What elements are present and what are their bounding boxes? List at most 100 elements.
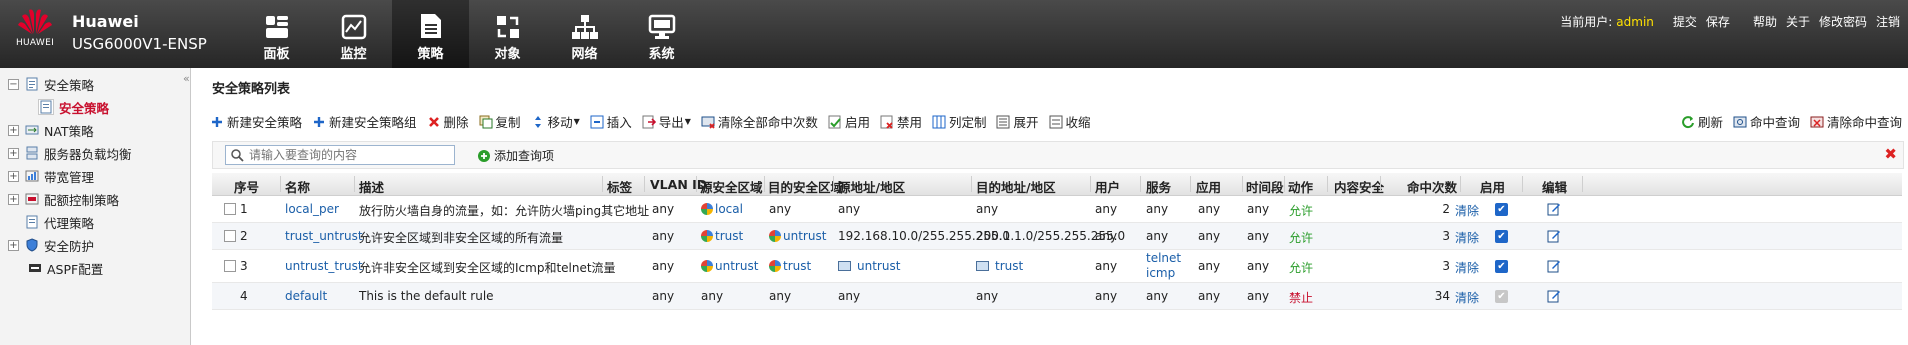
expand-toggle-icon[interactable]: +: [8, 239, 19, 251]
col-user[interactable]: 用户: [1095, 177, 1120, 196]
edit-icon[interactable]: [1547, 229, 1561, 243]
clear-hits-link[interactable]: 清除: [1455, 229, 1479, 246]
sidebar-item-security-policy-group[interactable]: − 安全策略: [0, 74, 94, 94]
search-input[interactable]: [247, 147, 451, 163]
save-link[interactable]: 保存: [1706, 13, 1730, 30]
src-zone-link[interactable]: untrust: [715, 259, 758, 273]
nav-network[interactable]: 网络: [546, 0, 623, 68]
table-row[interactable]: 1 local_per 放行防火墙自身的流量，如：允许防火墙ping其它地址 a…: [212, 196, 1902, 223]
col-desc[interactable]: 描述: [359, 177, 384, 196]
col-name[interactable]: 名称: [285, 177, 310, 196]
nav-system[interactable]: 系统: [623, 0, 700, 68]
nav-policy[interactable]: 策略: [392, 0, 469, 68]
sidebar-item-security-protection[interactable]: + 安全防护: [0, 235, 94, 255]
sidebar-item-proxy-policy[interactable]: 代理策略: [25, 212, 94, 232]
collapse-toggle-icon[interactable]: −: [8, 78, 19, 90]
clear-hits-link[interactable]: 清除: [1455, 259, 1479, 276]
expand-toggle-icon[interactable]: +: [8, 147, 19, 159]
col-edit[interactable]: 编辑: [1542, 177, 1567, 196]
sidebar-item-quota-policy[interactable]: + 配额控制策略: [0, 189, 119, 209]
enable-button[interactable]: 启用: [828, 112, 870, 131]
expand-button[interactable]: 展开: [996, 112, 1039, 131]
copy-button[interactable]: 复制: [479, 112, 521, 131]
col-hits[interactable]: 命中次数: [1407, 177, 1457, 196]
clear-hits-link[interactable]: 清除: [1455, 202, 1479, 219]
cell-name[interactable]: local_per: [285, 202, 339, 216]
add-query-button[interactable]: 添加查询项: [477, 147, 554, 164]
expand-toggle-icon[interactable]: +: [8, 124, 19, 136]
row-checkbox[interactable]: [224, 230, 236, 242]
col-time[interactable]: 时间段: [1246, 177, 1284, 196]
edit-icon[interactable]: [1547, 259, 1561, 273]
enabled-checkbox[interactable]: ✔: [1495, 203, 1508, 216]
sidebar-collapse-icon[interactable]: «: [183, 72, 190, 85]
col-seq[interactable]: 序号: [234, 177, 259, 196]
submit-link[interactable]: 提交: [1673, 13, 1697, 30]
row-checkbox[interactable]: [224, 203, 236, 215]
export-button[interactable]: 导出 ▼: [642, 112, 691, 131]
col-src-zone[interactable]: 源安全区域: [700, 177, 763, 196]
src-zone-link[interactable]: trust: [715, 229, 743, 243]
dst-zone-link[interactable]: trust: [783, 259, 811, 273]
service-link[interactable]: telnet: [1146, 251, 1181, 265]
cell-name[interactable]: default: [285, 289, 327, 303]
col-dst-zone[interactable]: 目的安全区域: [768, 177, 843, 196]
col-dst-addr[interactable]: 目的地址/地区: [976, 177, 1056, 196]
cell-user: any: [1095, 289, 1118, 303]
close-search-icon[interactable]: ✖: [1884, 145, 1897, 163]
logout-link[interactable]: 注销: [1876, 13, 1900, 30]
col-enabled[interactable]: 启用: [1480, 177, 1505, 196]
about-link[interactable]: 关于: [1786, 13, 1810, 30]
col-service[interactable]: 服务: [1146, 177, 1171, 196]
col-src-addr[interactable]: 源地址/地区: [838, 177, 905, 196]
new-rule-group-button[interactable]: 新建安全策略组: [312, 112, 417, 131]
edit-icon[interactable]: [1547, 202, 1561, 216]
disable-button[interactable]: 禁用: [880, 112, 922, 131]
sidebar-item-security-policy[interactable]: 安全策略: [38, 97, 109, 117]
new-rule-button[interactable]: 新建安全策略: [210, 112, 302, 131]
expand-toggle-icon[interactable]: +: [8, 170, 19, 182]
delete-icon: [428, 116, 439, 127]
hit-query-button[interactable]: 命中查询: [1733, 112, 1800, 131]
help-link[interactable]: 帮助: [1753, 13, 1777, 30]
sidebar-item-bandwidth-management[interactable]: + 带宽管理: [0, 166, 94, 186]
cell-name[interactable]: trust_untrust: [285, 229, 363, 243]
nav-object[interactable]: 对象: [469, 0, 546, 68]
customize-columns-button[interactable]: 列定制: [932, 112, 986, 131]
col-app[interactable]: 应用: [1196, 177, 1221, 196]
clear-hits-link[interactable]: 清除: [1455, 289, 1479, 306]
nav-dashboard[interactable]: 面板: [238, 0, 315, 68]
sidebar-item-nat-policy[interactable]: + NAT策略: [0, 120, 94, 140]
col-tag[interactable]: 标签: [607, 177, 632, 196]
nav-monitor[interactable]: 监控: [315, 0, 392, 68]
table-row[interactable]: 4 default This is the default rule any a…: [212, 283, 1902, 310]
dst-zone-link[interactable]: untrust: [783, 229, 826, 243]
col-content-security[interactable]: 内容安全: [1334, 177, 1384, 196]
table-row[interactable]: 3 untrust_trust 允许非安全区域到安全区域的Icmp和telnet…: [212, 250, 1902, 283]
toolbar: 新建安全策略 新建安全策略组 删除 复制 移动 ▼ 插入 导出 ▼ 清除全部命中…: [210, 112, 1101, 131]
expand-toggle-icon[interactable]: +: [8, 193, 19, 205]
src-zone-link[interactable]: local: [715, 202, 743, 216]
clear-all-hits-button[interactable]: 清除全部命中次数: [701, 112, 818, 131]
sidebar-item-server-load-balancing[interactable]: + 服务器负载均衡: [0, 143, 132, 163]
enabled-checkbox[interactable]: ✔: [1495, 230, 1508, 243]
service-link[interactable]: icmp: [1146, 266, 1175, 280]
change-password-link[interactable]: 修改密码: [1819, 13, 1867, 30]
row-checkbox[interactable]: [224, 260, 236, 272]
table-row[interactable]: 2 trust_untrust 允许安全区域到非安全区域的所有流量 any tr…: [212, 223, 1902, 250]
cell-hits: 34: [1434, 289, 1450, 303]
insert-button[interactable]: 插入: [590, 112, 632, 131]
edit-icon[interactable]: [1547, 289, 1561, 303]
cell-name[interactable]: untrust_trust: [285, 259, 363, 273]
delete-button[interactable]: 删除: [427, 112, 469, 131]
enabled-checkbox[interactable]: ✔: [1495, 260, 1508, 273]
refresh-button[interactable]: 刷新: [1681, 112, 1723, 131]
col-vlan[interactable]: VLAN ID: [650, 177, 707, 192]
clear-hit-query-button[interactable]: 清除命中查询: [1810, 112, 1902, 131]
sidebar-item-aspf[interactable]: ASPF配置: [28, 258, 103, 278]
move-button[interactable]: 移动 ▼: [531, 112, 580, 131]
src-addr-link[interactable]: untrust: [857, 259, 900, 273]
collapse-button[interactable]: 收缩: [1049, 112, 1091, 131]
dst-addr-link[interactable]: trust: [995, 259, 1023, 273]
col-action[interactable]: 动作: [1288, 177, 1313, 196]
